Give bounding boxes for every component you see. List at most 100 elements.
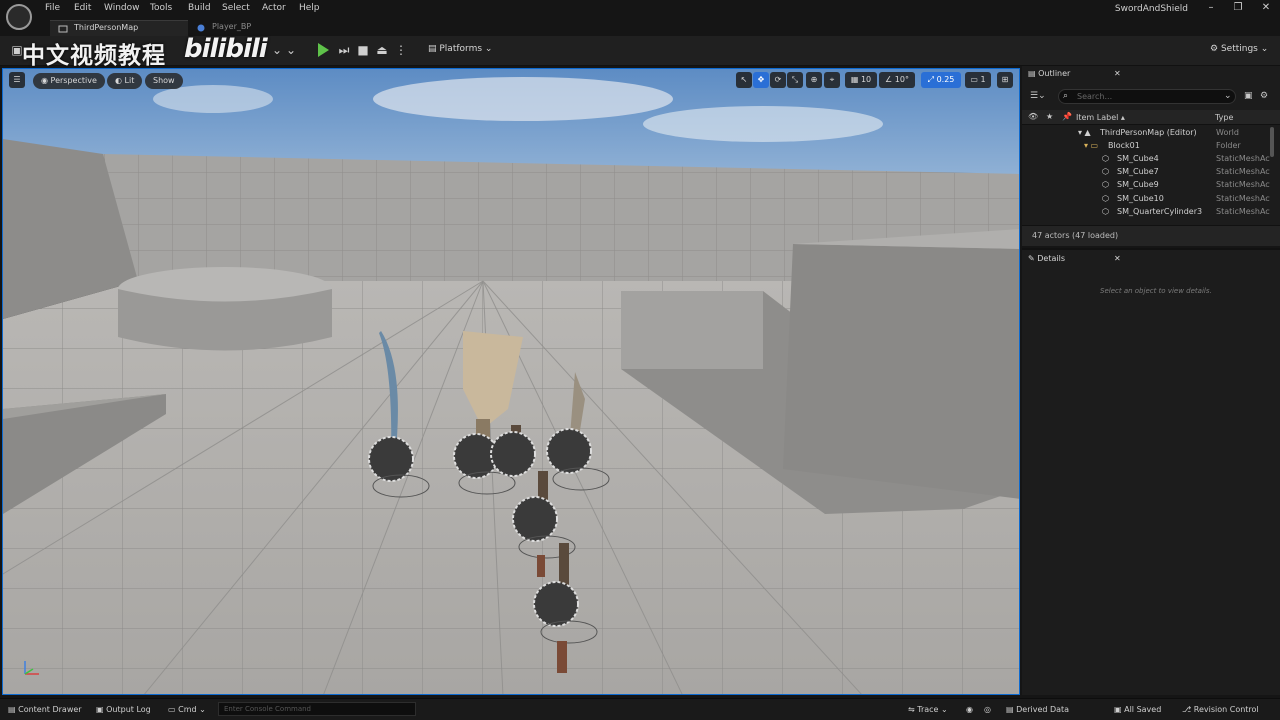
row-type: StaticMeshActor [1216, 207, 1270, 216]
all-saved-label: All Saved [1124, 705, 1162, 714]
details-panel: ✎ Details ✕ [1022, 248, 1280, 695]
derived-data-button[interactable]: ▤ Derived Data [1006, 705, 1069, 714]
play-button[interactable] [318, 43, 329, 57]
outliner-search-input[interactable]: Search... [1058, 89, 1236, 104]
settings-button[interactable]: ⚙ Settings ⌄ [1210, 44, 1268, 54]
viewport-scene[interactable] [3, 69, 1020, 695]
platforms-button[interactable]: ▤ Platforms ⌄ [428, 44, 492, 54]
close-icon[interactable]: ✕ [1114, 254, 1121, 270]
gear-icon[interactable]: ⚙ [1260, 91, 1268, 101]
filter-icon[interactable]: ☰⌄ [1030, 91, 1046, 101]
output-log-label: Output Log [106, 705, 151, 714]
outliner-row[interactable]: ▾ ▲ ThirdPersonMap (Editor) World [1022, 127, 1280, 140]
console-command-input[interactable]: Enter Console Command [218, 702, 416, 716]
scale-mode-icon[interactable]: ⤡ [787, 72, 803, 88]
folder-add-icon[interactable]: ▣ [1244, 91, 1253, 101]
menu-select[interactable]: Select [222, 3, 250, 13]
perspective-button[interactable]: ◉ Perspective [33, 73, 105, 89]
step-icon[interactable]: ⏭ [337, 43, 351, 57]
stop-icon[interactable]: ■ [356, 43, 370, 57]
outliner-row[interactable]: ▾ ▭ Block01 Folder [1022, 140, 1280, 153]
cloud [153, 85, 273, 113]
row-label: Block01 [1108, 141, 1140, 150]
grid-snap-button[interactable]: ▦ 10 [845, 72, 877, 88]
camera-speed-button[interactable]: ▭ 1 [965, 72, 991, 88]
outliner-row[interactable]: ⬡ SM_Cube9 StaticMeshActor [1022, 179, 1280, 192]
select-mode-icon[interactable]: ↖ [736, 72, 752, 88]
outliner-row[interactable]: ⬡ SM_Cube7 StaticMeshActor [1022, 166, 1280, 179]
chevron-down-icon[interactable]: ⌄ [1224, 91, 1232, 101]
close-icon[interactable]: ✕ [1114, 69, 1121, 85]
visibility-icon[interactable]: 👁 [1028, 112, 1038, 121]
menu-file[interactable]: File [45, 3, 60, 13]
world-space-icon[interactable]: ⊕ [806, 72, 822, 88]
close-window-button[interactable]: ✕ [1256, 2, 1276, 13]
settings-label: Settings [1220, 44, 1258, 54]
outliner-row[interactable]: ⬡ SM_Cube4 StaticMeshActor [1022, 153, 1280, 166]
camera-icon: ◉ [41, 76, 51, 85]
menu-actor[interactable]: Actor [262, 3, 286, 13]
star-icon[interactable]: ★ [1046, 112, 1053, 121]
lit-button[interactable]: ◐ Lit [107, 73, 143, 89]
rotation-snap-button[interactable]: ∠ 10° [879, 72, 915, 88]
level-viewport[interactable]: ☰ ◉ Perspective ◐ Lit Show ↖ ✥ ⟳ ⤡ ⊕ ⌖ ▦… [2, 68, 1020, 695]
details-empty-hint: Select an object to view details. [1100, 287, 1212, 295]
surface-snap-icon[interactable]: ⌖ [824, 72, 840, 88]
menu-build[interactable]: Build [188, 3, 211, 13]
outliner-tab[interactable]: ▤ Outliner [1028, 69, 1070, 85]
unreal-logo-icon[interactable] [6, 4, 32, 30]
show-button[interactable]: Show [145, 73, 183, 89]
folder-icon: ▾ ▭ [1084, 141, 1099, 150]
right-block [783, 244, 1019, 499]
cmd-dropdown[interactable]: ▭ Cmd ⌄ [168, 705, 206, 714]
lit-icon: ◐ [115, 76, 125, 85]
revision-control-button[interactable]: ⎇ Revision Control [1182, 705, 1259, 714]
viewport-menu-icon[interactable]: ☰ [9, 72, 25, 88]
menu-help[interactable]: Help [299, 3, 320, 13]
item-label-column[interactable]: Item Label ▴ [1076, 113, 1125, 122]
outliner-title: Outliner [1038, 69, 1071, 78]
minimize-button[interactable]: – [1201, 2, 1221, 13]
maximize-button[interactable]: ❐ [1228, 2, 1248, 13]
tab-third-person-map[interactable]: ThirdPersonMap [50, 20, 188, 36]
cloud [373, 77, 673, 121]
ramp-top [621, 291, 763, 369]
menu-window[interactable]: Window [104, 3, 140, 13]
type-column[interactable]: Type [1215, 113, 1233, 122]
static-mesh-icon: ⬡ [1102, 154, 1109, 163]
outliner-row[interactable]: ⬡ SM_Cube10 StaticMeshActor [1022, 193, 1280, 206]
translate-mode-icon[interactable]: ✥ [753, 72, 769, 88]
output-log-button[interactable]: ▣ Output Log [96, 705, 151, 714]
scale-snap-button[interactable]: ⤢ 0.25 [921, 72, 961, 88]
pin-icon[interactable]: 📌 [1062, 112, 1072, 121]
row-type: StaticMeshActor [1216, 194, 1270, 203]
trace-button[interactable]: ⇋ Trace ⌄ [908, 705, 948, 714]
stop-record-icon[interactable]: ◎ [984, 705, 991, 714]
details-tab[interactable]: ✎ Details [1028, 254, 1065, 270]
menu-tools[interactable]: Tools [150, 3, 172, 13]
eject-icon[interactable]: ⏏ [375, 43, 389, 57]
lit-label: Lit [124, 76, 135, 85]
chevron-down-icon[interactable]: ⌄ [284, 43, 298, 57]
grid-icon: ▦ [850, 75, 861, 84]
record-icon[interactable]: ◉ [966, 705, 973, 714]
content-drawer-button[interactable]: ▤ Content Drawer [8, 705, 82, 714]
menu-edit[interactable]: Edit [74, 3, 91, 13]
outliner-scrollbar[interactable] [1270, 127, 1274, 157]
static-mesh-icon: ⬡ [1102, 180, 1109, 189]
play-options-icon[interactable]: ⋮ [394, 43, 408, 57]
outliner-icon: ▤ [1028, 69, 1039, 78]
all-saved-button[interactable]: ▣ All Saved [1114, 705, 1161, 714]
drawer-icon: ▤ [8, 705, 19, 714]
rotate-mode-icon[interactable]: ⟳ [770, 72, 786, 88]
row-label: SM_Cube9 [1117, 180, 1159, 189]
mode-dropdown-icon[interactable]: ⌄ [270, 43, 284, 57]
tab-label: Player_BP [212, 22, 252, 31]
console-placeholder: Enter Console Command [224, 705, 312, 713]
terminal-icon: ▭ [168, 705, 179, 714]
static-mesh-icon: ⬡ [1102, 167, 1109, 176]
level-icon [58, 25, 68, 33]
outliner-row[interactable]: ⬡ SM_QuarterCylinder3 StaticMeshActor [1022, 206, 1280, 219]
maximize-viewport-icon[interactable]: ⊞ [997, 72, 1013, 88]
grid-snap-value: 10 [860, 75, 872, 84]
